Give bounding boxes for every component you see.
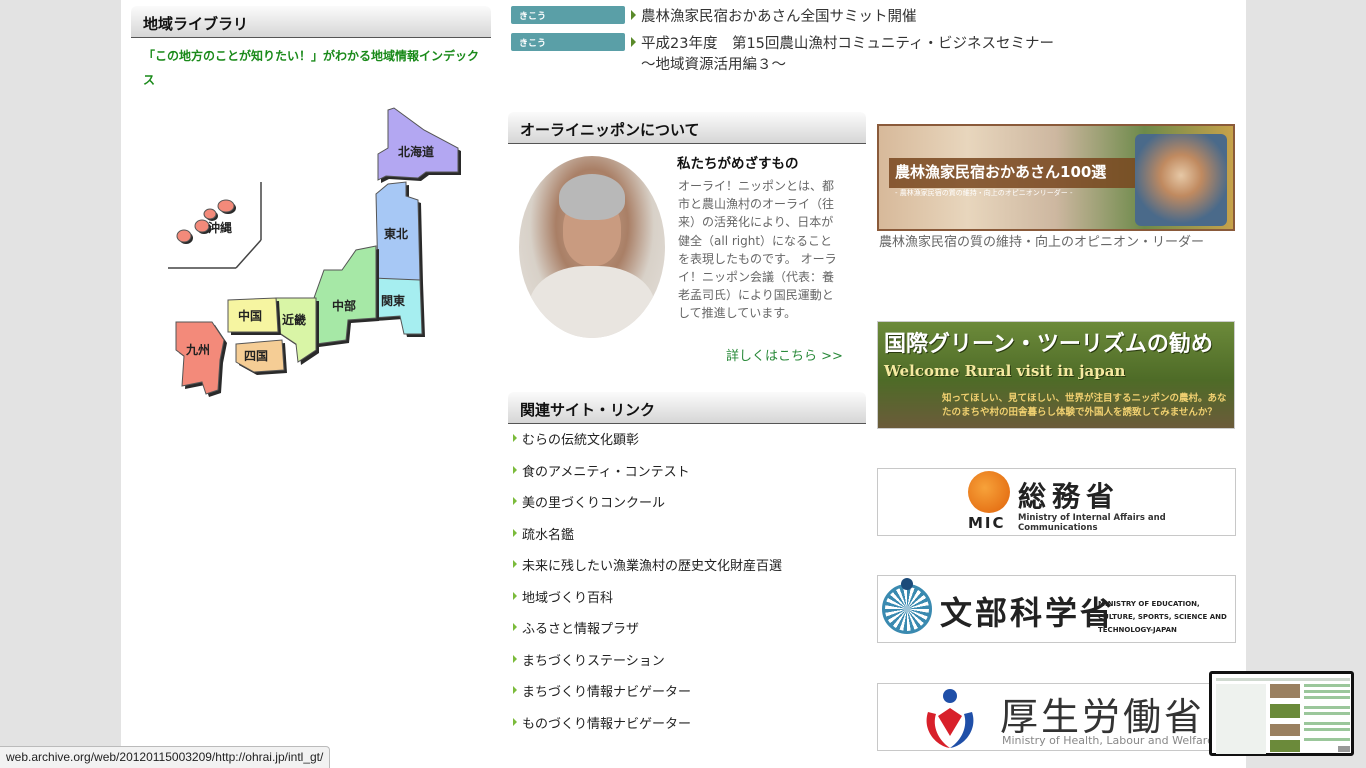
region-label: 中国 (238, 308, 262, 323)
region-label: 沖縄 (208, 220, 232, 235)
news-link-line2[interactable]: 〜地域資源活用編３〜 (641, 54, 786, 76)
region-kyushu[interactable]: 九州 (175, 321, 227, 397)
about-subtitle: 私たちがめざすもの (677, 156, 799, 172)
mext-name-en: MINISTRY OF EDUCATION, CULTURE, SPORTS, … (1098, 600, 1227, 634)
related-link-item[interactable]: まちづくり情報ナビゲーター (513, 682, 863, 714)
region-okinawa[interactable]: 沖縄 (176, 199, 236, 244)
banner-title: 国際グリーン・ツーリズムの勧め (884, 331, 1213, 357)
category-badge: きこう (511, 6, 625, 24)
news-link[interactable]: 農林漁家民宿おかあさん全国サミット開催 (641, 6, 917, 28)
related-links-heading: 関連サイト・リンク (508, 392, 866, 424)
okaasan-100-banner[interactable]: 農林漁家民宿おかあさん100選 - 農林漁家民宿の質の維持・向上のオピニオンリー… (877, 124, 1235, 231)
about-more-link[interactable]: 詳しくはこちら >> (726, 345, 843, 364)
japan-region-map: 北海道 東北 関東 中部 近畿 中国 四国 九州 沖縄 (166, 100, 466, 400)
page-minimap[interactable] (1209, 671, 1354, 756)
mhlw-emblem-icon (926, 689, 974, 748)
banner-tagline: 知ってほしい、見てほしい、世界が注目するニッポンの農村。あなたのまちや村の田舎暮… (942, 393, 1227, 418)
region-chugoku[interactable]: 中国 (227, 297, 281, 335)
mhlw-name-en: Ministry of Health, Labour and Welfare (1002, 734, 1214, 747)
okaasan-banner-caption: 農林漁家民宿の質の維持・向上のオピニオン・リーダー (879, 235, 1205, 250)
region-kanto[interactable]: 関東 (371, 277, 425, 337)
region-label: 近畿 (282, 312, 306, 327)
arrow-right-icon (631, 37, 636, 47)
region-label: 東北 (384, 226, 408, 241)
related-link-item[interactable]: むらの伝統文化顕彰 (513, 430, 863, 462)
related-link-item[interactable]: 食のアメニティ・コンテスト (513, 462, 863, 494)
mic-name-jp: 総務省 (1018, 480, 1121, 513)
arrow-right-icon (631, 10, 636, 20)
region-hokkaido[interactable]: 北海道 (377, 107, 461, 183)
green-tourism-banner[interactable]: 国際グリーン・ツーリズムの勧め Welcome Rural visit in j… (877, 321, 1235, 429)
mext-logo-link[interactable]: 文部科学省 MINISTRY OF EDUCATION, CULTURE, SP… (877, 575, 1236, 643)
mic-logo-link[interactable]: MIC 総務省 Ministry of Internal Affairs and… (877, 468, 1236, 536)
mic-emblem-icon (968, 471, 1010, 513)
mic-abbr: MIC (968, 514, 1006, 532)
banner-photo (1135, 134, 1227, 226)
about-body: オーライ！ニッポンとは、都市と農山漁村のオーライ（往来）の活発化により、日本が健… (678, 179, 837, 321)
mext-name-jp: 文部科学省 (940, 594, 1116, 632)
region-label: 中部 (332, 298, 356, 313)
mhlw-name-jp: 厚生労働省 (1000, 695, 1206, 739)
related-link-item[interactable]: 地域づくり百科 (513, 588, 863, 620)
related-link-item[interactable]: 美の里づくりコンクール (513, 493, 863, 525)
category-badge: きこう (511, 33, 625, 51)
mext-emblem-dot (901, 578, 913, 590)
region-label: 九州 (185, 342, 210, 357)
related-link-item[interactable]: 未来に残したい漁業漁村の歴史文化財産百選 (513, 556, 863, 588)
library-heading: 地域ライブラリ (131, 6, 491, 38)
status-bar-url: web.archive.org/web/20120115003209/http:… (0, 746, 331, 768)
related-link-item[interactable]: ふるさと情報プラザ (513, 619, 863, 651)
region-label: 四国 (244, 349, 268, 363)
related-link-item[interactable]: まちづくりステーション (513, 651, 863, 683)
mext-emblem-icon (882, 584, 932, 634)
related-links-list: むらの伝統文化顕彰 食のアメニティ・コンテスト 美の里づくりコンクール 疏水名鑑… (513, 430, 863, 745)
region-tohoku[interactable]: 東北 (375, 181, 423, 283)
mic-name-en: Ministry of Internal Affairs and Communi… (1018, 513, 1166, 533)
region-label: 北海道 (398, 144, 434, 159)
banner-title: 農林漁家民宿おかあさん100選 - 農林漁家民宿の質の維持・向上のオピニオンリー… (889, 158, 1137, 197)
okinawa-divider (235, 239, 262, 269)
region-chubu[interactable]: 中部 (313, 245, 379, 347)
mhlw-logo-link[interactable]: 厚生労働省 Ministry of Health, Labour and Wel… (877, 683, 1236, 751)
page-content: 地域ライブラリ 「この地方のことが知りたい！」がわかる地域情報インデックス 北海… (121, 0, 1246, 768)
about-heading: オーライニッポンについて (508, 112, 866, 144)
region-shikoku[interactable]: 四国 (235, 339, 287, 375)
library-description[interactable]: 「この地方のことが知りたい！」がわかる地域情報インデックス (143, 44, 483, 92)
related-link-item[interactable]: ものづくり情報ナビゲーター (513, 714, 863, 746)
news-link[interactable]: 平成23年度 第15回農山漁村コミュニティ・ビジネスセミナー (641, 33, 1054, 55)
banner-subtitle: Welcome Rural visit in japan (884, 362, 1126, 380)
related-link-item[interactable]: 疏水名鑑 (513, 525, 863, 557)
region-label: 関東 (381, 293, 405, 308)
representative-portrait (519, 156, 665, 338)
